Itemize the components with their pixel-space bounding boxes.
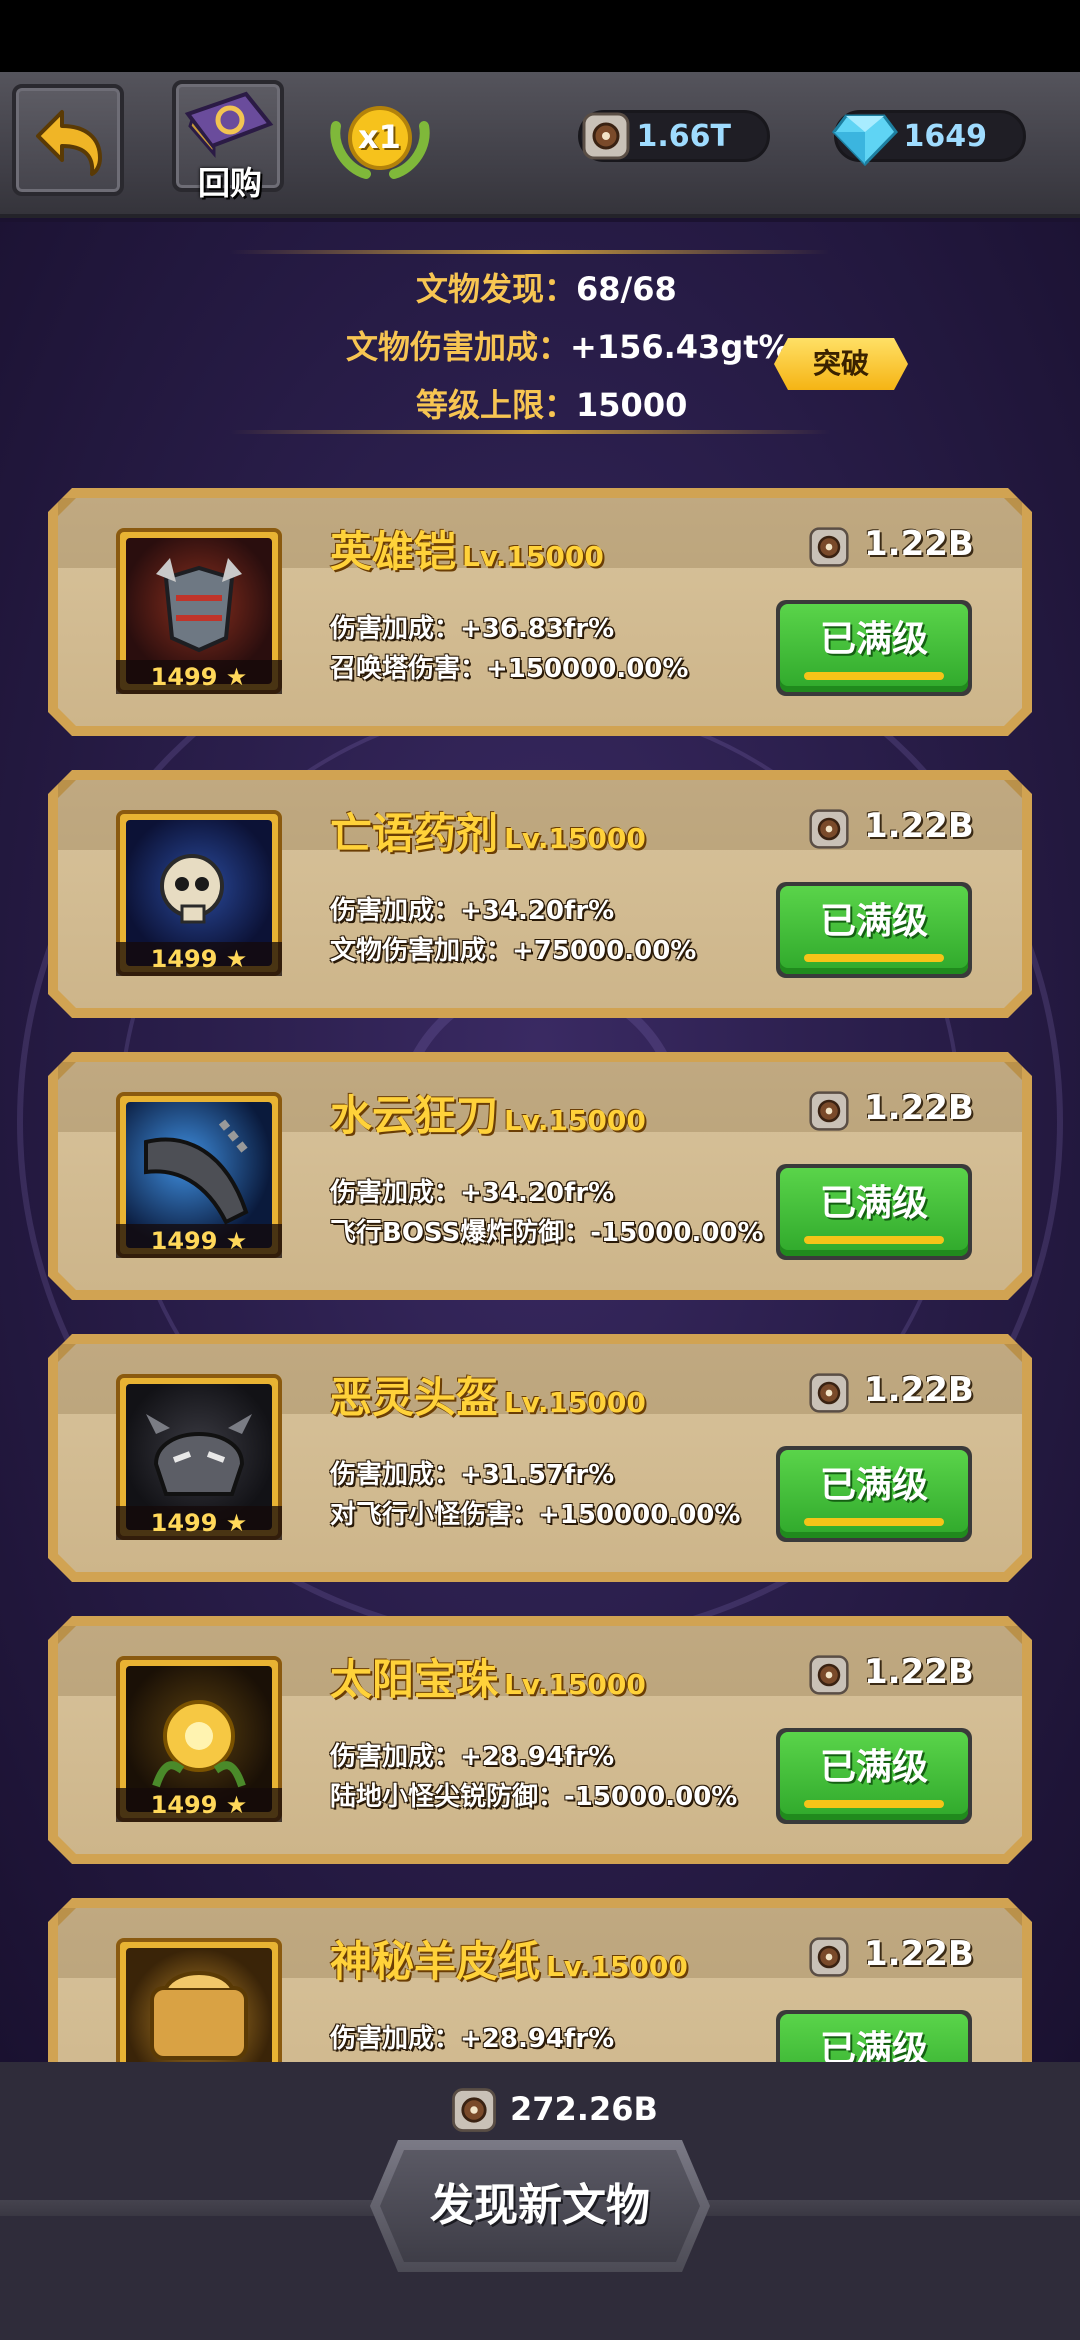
gear-coin-icon xyxy=(809,1373,849,1413)
undo-arrow-icon xyxy=(36,110,102,176)
artifact-portrait[interactable]: 1499 ★ xyxy=(116,1092,282,1258)
artifact-stat-secondary: 召唤塔伤害：+150000.00% xyxy=(330,654,689,684)
buyback-label: 回购 xyxy=(197,164,262,202)
level-cap-value: 15000 xyxy=(576,386,688,424)
artifact-name: 神秘羊皮纸 Lv.15000 xyxy=(330,1937,688,1986)
diamond-icon xyxy=(832,114,898,167)
artifact-portrait[interactable]: 1499 ★ xyxy=(116,1374,282,1540)
discover-artifact-button[interactable]: 发现新文物 xyxy=(370,2140,710,2272)
artifact-stat-primary: 伤害加成：+34.20fr% xyxy=(330,896,615,926)
artifact-stat-primary: 伤害加成：+36.83fr% xyxy=(330,614,615,644)
max-level-button[interactable]: 已满级 xyxy=(776,882,972,978)
artifact-portrait[interactable]: 1499 ★ xyxy=(116,528,282,694)
gear-coin-icon xyxy=(809,527,849,567)
artifact-name: 恶灵头盔 Lv.15000 xyxy=(330,1373,646,1422)
level-cap-label: 等级上限： xyxy=(416,386,577,424)
breakthrough-button[interactable]: 突破 xyxy=(774,338,908,390)
gear-coin-icon xyxy=(809,1937,849,1977)
artifact-cost: 1.22B xyxy=(864,1088,974,1128)
coin-resource-value: 1.66T xyxy=(636,119,731,154)
summary-divider-top xyxy=(230,250,830,254)
found-label: 文物发现： xyxy=(416,270,577,308)
artifact-card: 1499 ★ 恶灵头盔 Lv.15000 伤害加成：+31.57fr% 对飞行小怪… xyxy=(48,1334,1032,1582)
artifact-name: 水云狂刀 Lv.15000 xyxy=(330,1091,646,1140)
artifact-stat-primary: 伤害加成：+28.94fr% xyxy=(330,1742,615,1772)
artifact-name: 亡语药剂 Lv.15000 xyxy=(330,809,646,858)
gear-coin-icon xyxy=(582,112,630,160)
artifact-level: Lv.15000 xyxy=(504,1386,646,1419)
artifact-cost: 1.22B xyxy=(864,1934,974,1974)
max-level-button[interactable]: 已满级 xyxy=(776,2010,972,2062)
summary-divider-bottom xyxy=(230,430,830,434)
max-level-button[interactable]: 已满级 xyxy=(776,1728,972,1824)
status-bar xyxy=(0,0,1080,72)
artifact-level: Lv.15000 xyxy=(504,1104,646,1137)
speed-multiplier-button[interactable]: x1 xyxy=(322,96,438,180)
gear-coin-icon xyxy=(452,2088,496,2132)
damage-row: 文物伤害加成：+156.43gt% xyxy=(346,322,791,368)
discover-artifact-label: 发现新文物 xyxy=(380,2150,700,2262)
damage-value: +156.43gt% xyxy=(570,328,791,366)
artifact-level: Lv.15000 xyxy=(504,1668,646,1701)
artifact-stat-secondary: 文物伤害加成：+75000.00% xyxy=(330,936,697,966)
artifact-card: 1499 ★ 亡语药剂 Lv.15000 伤害加成：+34.20fr% 文物伤害加… xyxy=(48,770,1032,1018)
artifact-cost: 1.22B xyxy=(864,806,974,846)
artifact-stat-primary: 伤害加成：+28.94fr% xyxy=(330,2024,615,2054)
artifact-cost: 1.22B xyxy=(864,524,974,564)
artifact-level: Lv.15000 xyxy=(462,540,604,573)
artifact-card: 1499 ★ 水云狂刀 Lv.15000 伤害加成：+34.20fr% 飞行BOS… xyxy=(48,1052,1032,1300)
multiplier-text: x1 xyxy=(358,118,401,156)
gear-coin-icon xyxy=(809,1655,849,1695)
artifact-stat-secondary: 飞行BOSS爆炸防御：-15000.00% xyxy=(330,1218,764,1248)
level-cap-row: 等级上限：15000 xyxy=(416,380,687,426)
artifact-card: 1499 ★ 英雄铠 Lv.15000 伤害加成：+36.83fr% 召唤塔伤害：… xyxy=(48,488,1032,736)
discover-cost: 272.26B xyxy=(510,2090,658,2128)
artifact-stat-primary: 伤害加成：+31.57fr% xyxy=(330,1460,615,1490)
max-level-button[interactable]: 已满级 xyxy=(776,1164,972,1260)
found-value: 68/68 xyxy=(576,270,677,308)
artifact-level: Lv.15000 xyxy=(546,1950,688,1983)
gem-resource-value: 1649 xyxy=(903,119,988,154)
artifact-stat-primary: 伤害加成：+34.20fr% xyxy=(330,1178,615,1208)
artifact-name: 英雄铠 Lv.15000 xyxy=(330,527,604,576)
portrait-level: 1499 ★ xyxy=(116,942,282,976)
artifact-portrait[interactable]: 1499 ★ xyxy=(116,1656,282,1822)
gear-coin-icon xyxy=(809,1091,849,1131)
artifact-portrait[interactable]: 1499 ★ xyxy=(116,810,282,976)
artifact-card: 神秘羊皮纸 Lv.15000 伤害加成：+28.94fr% 1.22B 已满级 xyxy=(48,1898,1032,2062)
artifact-stat-secondary: 对飞行小怪伤害：+150000.00% xyxy=(330,1500,741,1530)
artifact-list[interactable]: 1499 ★ 英雄铠 Lv.15000 伤害加成：+36.83fr% 召唤塔伤害：… xyxy=(0,480,1080,2062)
portrait-level: 1499 ★ xyxy=(116,1506,282,1540)
artifact-cost: 1.22B xyxy=(864,1652,974,1692)
max-level-button[interactable]: 已满级 xyxy=(776,600,972,696)
spellbook-icon xyxy=(184,91,274,159)
damage-label: 文物伤害加成： xyxy=(346,328,571,366)
portrait-level: 1499 ★ xyxy=(116,1788,282,1822)
scroll-icon xyxy=(150,1971,248,2060)
artifact-card: 1499 ★ 太阳宝珠 Lv.15000 伤害加成：+28.94fr% 陆地小怪尖… xyxy=(48,1616,1032,1864)
back-button[interactable] xyxy=(12,84,124,196)
max-level-button[interactable]: 已满级 xyxy=(776,1446,972,1542)
artifact-level: Lv.15000 xyxy=(504,822,646,855)
portrait-level: 1499 ★ xyxy=(116,660,282,694)
portrait-level: 1499 ★ xyxy=(116,1224,282,1258)
artifact-name: 太阳宝珠 Lv.15000 xyxy=(330,1655,646,1704)
found-row: 文物发现：68/68 xyxy=(416,264,677,310)
artifact-cost: 1.22B xyxy=(864,1370,974,1410)
gear-coin-icon xyxy=(809,809,849,849)
artifact-stat-secondary: 陆地小怪尖锐防御：-15000.00% xyxy=(330,1782,738,1812)
artifact-portrait[interactable] xyxy=(116,1938,282,2062)
